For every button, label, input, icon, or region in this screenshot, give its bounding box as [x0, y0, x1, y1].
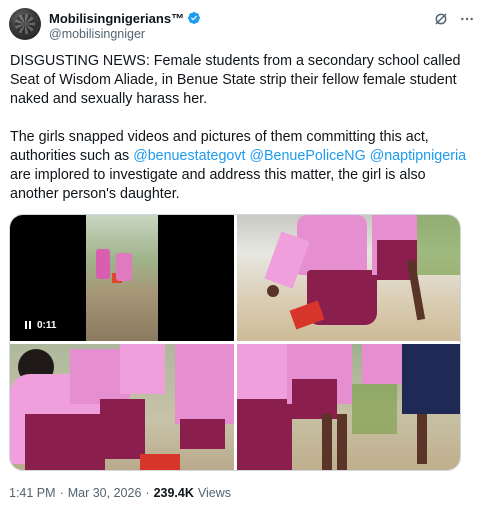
mention-benuepoliceng[interactable]: @BenuePoliceNG — [249, 148, 365, 164]
author-name-row[interactable]: Mobilisingnigerians™ — [49, 10, 201, 26]
video-figure — [112, 273, 122, 283]
mention-benuestategovt[interactable]: @benuestategovt — [133, 148, 245, 164]
video-duration-badge: 0:11 — [20, 317, 62, 333]
views-label: Views — [197, 486, 232, 500]
media-grid: 0:11 — [9, 214, 461, 471]
media-photo-4[interactable] — [237, 344, 460, 470]
mention-naptipnigeria[interactable]: @naptipnigeria — [370, 148, 466, 164]
pause-icon[interactable] — [25, 321, 32, 329]
meta-separator: · — [59, 486, 64, 500]
tweet-paragraph-2: The girls snapped videos and pictures of… — [10, 128, 472, 204]
video-time: 0:11 — [37, 319, 57, 331]
tweet-meta: 1:41 PM · Mar 30, 2026 · 239.4K Views — [9, 486, 231, 500]
media-photo-3[interactable] — [10, 344, 234, 470]
tweet-time[interactable]: 1:41 PM — [9, 486, 56, 500]
more-icon[interactable] — [459, 11, 475, 27]
media-photo-2[interactable] — [237, 215, 460, 341]
photo-2-scene — [237, 215, 460, 341]
display-name[interactable]: Mobilisingnigerians™ — [49, 11, 184, 26]
meta-separator-2: · — [145, 486, 150, 500]
photo-4-scene — [237, 344, 460, 470]
photo-3-scene — [10, 344, 234, 470]
verified-badge-icon — [188, 12, 201, 24]
tweet-date[interactable]: Mar 30, 2026 — [68, 486, 142, 500]
avatar[interactable] — [9, 8, 41, 40]
author-handle[interactable]: @mobilisingniger — [49, 27, 145, 41]
tweet: Mobilisingnigerians™ @mobilisingniger DI… — [0, 0, 487, 516]
paragraph-2-tail: are implored to investigate and address … — [10, 167, 426, 202]
tweet-paragraph-1: DISGUSTING NEWS: Female students from a … — [10, 53, 461, 107]
media-video[interactable]: 0:11 — [10, 215, 234, 341]
tweet-header: Mobilisingnigerians™ @mobilisingniger — [9, 8, 479, 42]
views-count: 239.4K — [153, 486, 194, 500]
tweet-text: DISGUSTING NEWS: Female students from a … — [10, 52, 472, 204]
grok-icon[interactable] — [433, 11, 449, 27]
video-frame — [86, 215, 158, 341]
